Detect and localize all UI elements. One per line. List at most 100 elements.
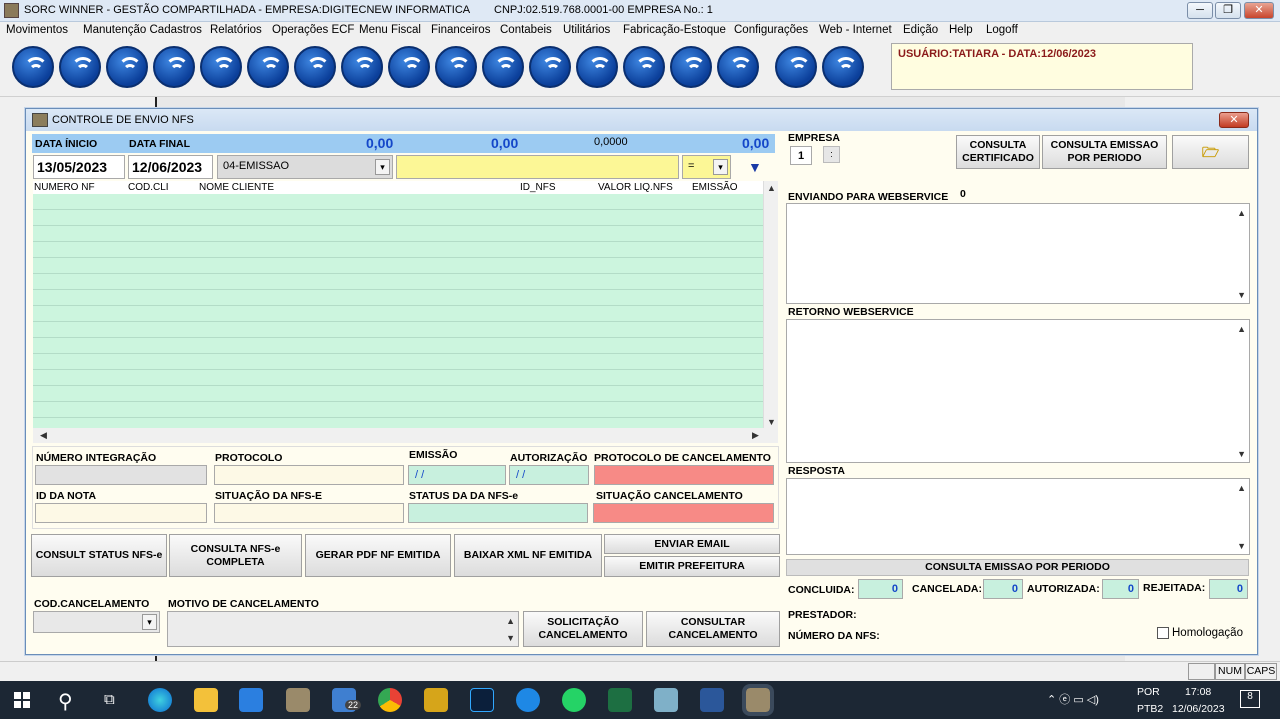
app-icon-2[interactable] [654,688,678,712]
emitir-prefeitura-button[interactable]: EMITIR PREFEITURA [604,556,780,577]
retorno-textarea[interactable]: ▲ ▼ [786,319,1250,463]
chrome-icon[interactable] [378,688,402,712]
autorizacao-field[interactable]: / / [509,465,589,485]
menu-fiscal[interactable]: Menu Fiscal [359,24,421,36]
data-final-field[interactable]: 12/06/2023 [128,155,213,179]
scroll-down-icon[interactable]: ▼ [506,633,515,643]
sorc-icon[interactable] [286,688,310,712]
scroll-right-icon[interactable]: ▶ [752,430,759,441]
toolbar-wifi-icon[interactable] [623,46,665,88]
numero-integracao-field[interactable] [35,465,207,485]
consulta-periodo-bar[interactable]: CONSULTA EMISSAO POR PERIODO [786,559,1249,576]
menu-contabeis[interactable]: Contabeis [500,24,552,36]
minimize-button[interactable]: ─ [1187,2,1213,19]
consulta-periodo-button[interactable]: CONSULTA EMISSAO POR PERIODO [1042,135,1167,169]
c-app-icon[interactable] [516,688,540,712]
enviando-textarea[interactable]: ▲ ▼ [786,203,1250,304]
search-icon[interactable]: ⚲ [58,689,73,714]
menu-logoff[interactable]: Logoff [986,24,1018,36]
menu-operacoes-ecf[interactable]: Operações ECF [272,24,354,36]
empresa-field[interactable]: 1 [790,146,812,165]
toolbar-wifi-icon[interactable] [153,46,195,88]
sorc-active-icon[interactable] [742,684,774,716]
id-nota-field[interactable] [35,503,207,523]
nfs-grid[interactable] [33,194,763,429]
restore-button[interactable]: ❐ [1215,2,1241,19]
toolbar-wifi-icon[interactable] [294,46,336,88]
protocolo-cancel-field[interactable] [594,465,774,485]
scroll-up-icon[interactable]: ▲ [1237,208,1246,218]
consulta-certificado-button[interactable]: CONSULTA CERTIFICADO [956,135,1040,169]
operator-select[interactable]: = ▾ [682,155,731,179]
close-window-button[interactable]: ✕ [1244,2,1274,19]
folder-icon[interactable]: 🗁 [1172,135,1249,169]
toolbar-wifi-icon[interactable] [341,46,383,88]
baixar-xml-button[interactable]: BAIXAR XML NF EMITIDA [454,534,602,577]
winrar-icon[interactable] [424,688,448,712]
notification-icon[interactable]: 8 [1240,690,1260,708]
tray-icons[interactable]: ⌃ ⓔ ▭ ◁) [1047,691,1099,707]
clock-time[interactable]: 17:08 [1185,686,1211,698]
filter-icon[interactable]: ▼ [748,159,762,175]
scroll-down-icon[interactable]: ▼ [1237,541,1246,551]
menu-movimentos[interactable]: Movimentos [6,24,68,36]
resposta-textarea[interactable]: ▲ ▼ [786,478,1250,555]
menu-relatorios[interactable]: Relatórios [210,24,262,36]
store-icon[interactable] [239,688,263,712]
scroll-down-icon[interactable]: ▼ [767,417,776,427]
situacao-field[interactable] [214,503,404,523]
menu-edicao[interactable]: Edição [903,24,938,36]
toolbar-wifi-icon[interactable] [482,46,524,88]
dialog-close-button[interactable]: ✕ [1219,112,1249,128]
chevron-down-icon[interactable]: ▾ [142,614,157,630]
menu-manutencao[interactable]: Manutenção Cadastros [83,24,202,36]
gerar-pdf-button[interactable]: GERAR PDF NF EMITIDA [305,534,451,577]
menu-configuracoes[interactable]: Configurações [734,24,808,36]
consulta-completa-button[interactable]: CONSULTA NFS-e COMPLETA [169,534,302,577]
data-inicio-field[interactable]: 13/05/2023 [33,155,125,179]
homologacao-checkbox[interactable] [1157,627,1169,639]
cod-cancel-select[interactable]: ▾ [33,611,160,633]
scroll-left-icon[interactable]: ◀ [40,430,47,441]
situacao-cancel-field[interactable] [593,503,774,523]
status-select[interactable]: 04-EMISSAO ▾ [217,155,393,179]
scroll-up-icon[interactable]: ▲ [506,616,515,626]
scroll-down-icon[interactable]: ▼ [1237,290,1246,300]
consult-status-button[interactable]: CONSULT STATUS NFS-e [31,534,167,577]
scroll-up-icon[interactable]: ▲ [767,183,776,193]
toolbar-wifi-icon[interactable] [435,46,477,88]
motivo-cancel-textarea[interactable]: ▲ ▼ [167,611,519,647]
consultar-cancel-button[interactable]: CONSULTAR CANCELAMENTO [646,611,780,647]
toolbar-wifi-icon[interactable] [670,46,712,88]
menu-fabricacao[interactable]: Fabricação-Estoque [623,24,726,36]
status-field[interactable] [408,503,588,523]
scroll-down-icon[interactable]: ▼ [1237,449,1246,459]
menu-financeiros[interactable]: Financeiros [431,24,490,36]
grid-vscroll[interactable]: ▲ ▼ [763,181,778,429]
protocolo-field[interactable] [214,465,404,485]
menu-web[interactable]: Web - Internet [819,24,892,36]
toolbar-wifi-icon[interactable] [200,46,242,88]
solicitacao-cancel-button[interactable]: SOLICITAÇÃO CANCELAMENTO [523,611,643,647]
word-icon[interactable] [700,688,724,712]
menu-utilitarios[interactable]: Utilitários [563,24,610,36]
scroll-up-icon[interactable]: ▲ [1237,483,1246,493]
chevron-down-icon[interactable]: ▾ [713,159,728,175]
scroll-up-icon[interactable]: ▲ [1237,324,1246,334]
photoshop-icon[interactable] [470,688,494,712]
enviar-email-button[interactable]: ENVIAR EMAIL [604,534,780,554]
excel-icon[interactable] [608,688,632,712]
menu-help[interactable]: Help [949,24,973,36]
toolbar-wifi-icon[interactable] [106,46,148,88]
keyboard-label[interactable]: PTB2 [1137,703,1163,715]
toolbar-wifi-icon[interactable] [529,46,571,88]
start-windows-icon[interactable] [14,692,30,708]
toolbar-wifi-icon[interactable] [822,46,864,88]
toolbar-wifi-icon[interactable] [247,46,289,88]
toolbar-wifi-icon[interactable] [12,46,54,88]
edge-icon[interactable] [148,688,172,712]
filter-text-input[interactable] [396,155,679,179]
whatsapp-icon[interactable] [562,688,586,712]
task-view-icon[interactable]: ⧉ [104,691,115,708]
grid-hscroll[interactable]: ◀ ▶ [33,428,778,443]
